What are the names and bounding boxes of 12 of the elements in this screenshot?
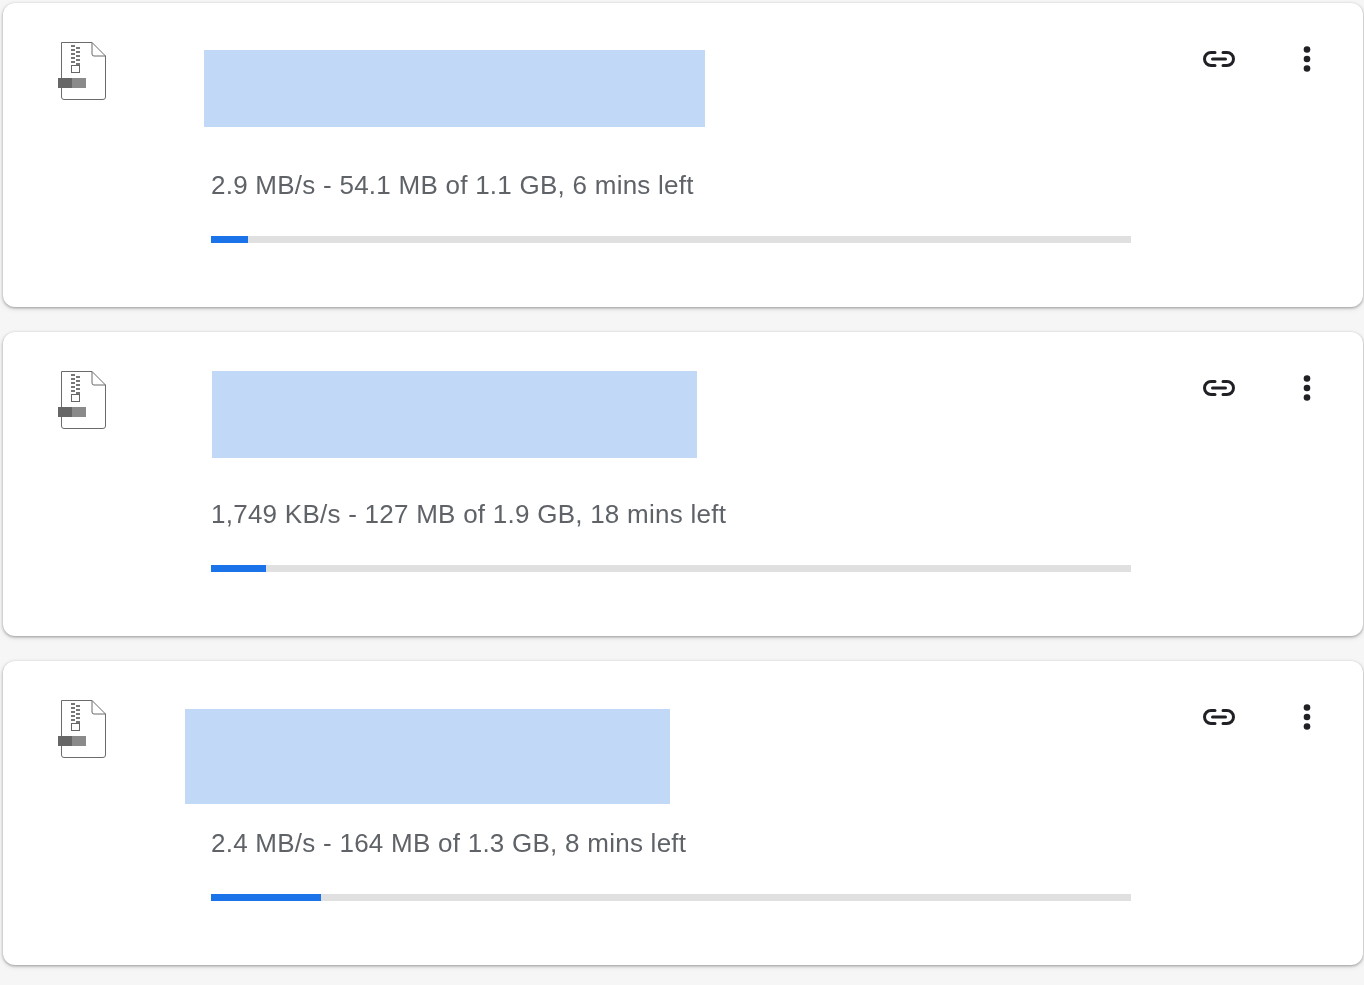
link-icon — [1202, 379, 1236, 397]
more-vert-icon — [1303, 375, 1311, 401]
zip-file-icon — [58, 700, 106, 758]
more-vert-icon — [1303, 704, 1311, 730]
download-status: 1,749 KB/s - 127 MB of 1.9 GB, 18 mins left — [211, 499, 727, 529]
link-icon — [1202, 708, 1236, 726]
link-icon — [1202, 50, 1236, 68]
zip-file-icon — [58, 371, 106, 429]
download-status: 2.9 MB/s - 54.1 MB of 1.1 GB, 6 mins left — [211, 170, 694, 200]
download-status: 2.4 MB/s - 164 MB of 1.3 GB, 8 mins left — [211, 828, 687, 858]
more-vert-icon — [1303, 46, 1311, 72]
zip-file-icon — [58, 42, 106, 100]
